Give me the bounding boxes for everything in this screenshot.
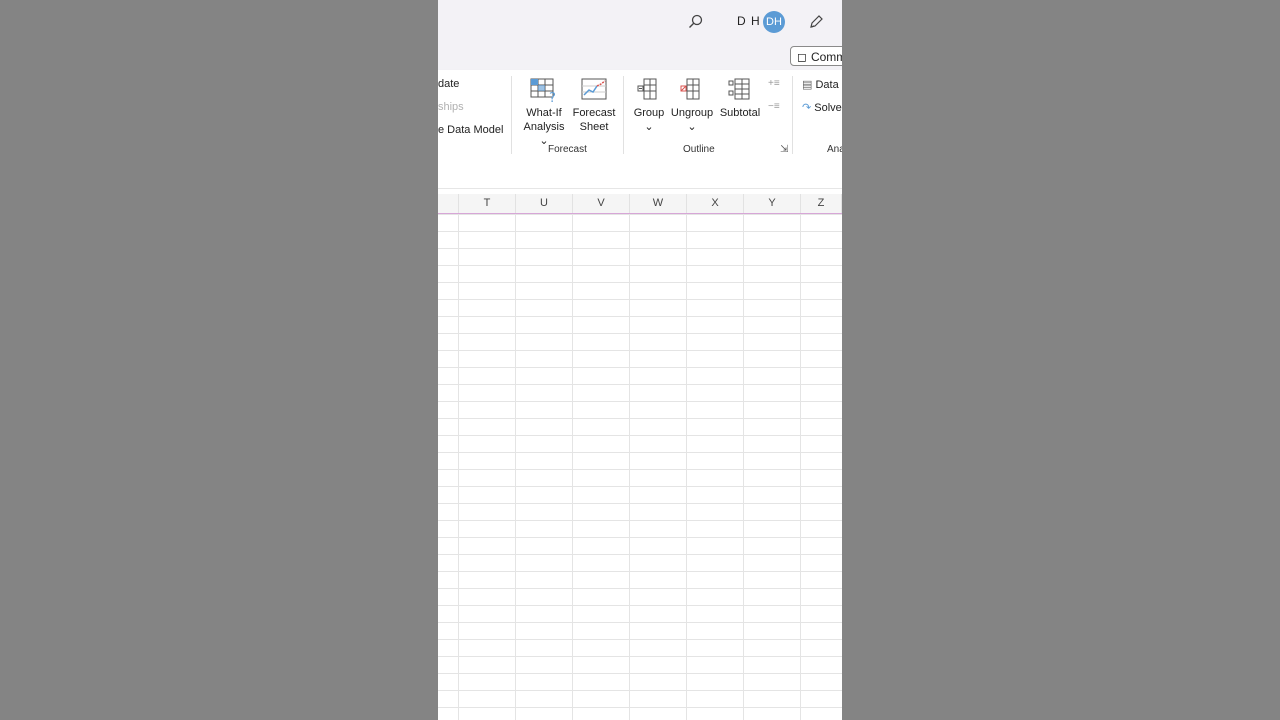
column-header-row: T U V W X Y Z (438, 194, 842, 214)
relationships-item[interactable]: ships (438, 101, 464, 113)
ribbon-separator (511, 76, 512, 154)
what-if-line2: Analysis (523, 121, 565, 133)
forecast-line1: Forecast (572, 107, 616, 119)
solver-button[interactable]: ↷ Solve (802, 101, 842, 114)
formula-bar[interactable] (438, 160, 842, 189)
avatar[interactable]: DH (763, 11, 785, 33)
hide-detail-icon[interactable]: −≡ (768, 101, 780, 112)
refresh-update-item[interactable]: date (438, 78, 459, 90)
group-icon (637, 78, 657, 100)
what-if-line1: What-If (526, 107, 562, 119)
solver-label: Solve (814, 102, 842, 114)
column-header-t[interactable]: T (459, 194, 516, 213)
manage-data-model-item[interactable]: e Data Model (438, 124, 503, 136)
forecast-group-label: Forecast (548, 144, 587, 155)
column-header-partial[interactable] (438, 194, 459, 213)
comment-icon: ◻ (797, 50, 807, 64)
comments-button[interactable]: ◻ Comm (790, 46, 842, 66)
title-bar: D H DH ◻ Comm (438, 0, 842, 70)
forecast-chart-icon (581, 78, 607, 100)
cell-grid[interactable] (438, 214, 842, 720)
group-button[interactable]: Group ⌄ (632, 76, 666, 134)
outline-group-label: Outline (683, 144, 715, 155)
analyze-group-label: Ana (827, 144, 842, 155)
excel-window: D H DH ◻ Comm date ships e Data Model ? … (438, 0, 842, 720)
ribbon-separator (623, 76, 624, 154)
group-label: Group (633, 107, 665, 119)
data-analysis-label: Data (815, 79, 839, 91)
svg-text:?: ? (549, 91, 556, 104)
pen-icon[interactable] (806, 12, 826, 32)
forecast-line2: Sheet (579, 121, 609, 133)
show-detail-icon[interactable]: +≡ (768, 78, 780, 89)
ungroup-label: Ungroup (670, 107, 714, 119)
column-header-w[interactable]: W (630, 194, 687, 213)
what-if-icon: ? (530, 78, 556, 104)
solver-icon: ↷ (802, 102, 812, 114)
subtotal-button[interactable]: Subtotal (718, 76, 762, 120)
column-header-u[interactable]: U (516, 194, 573, 213)
forecast-sheet-button[interactable]: Forecast Sheet (572, 76, 616, 134)
ribbon-data-tab: date ships e Data Model ? What-If Analys… (438, 70, 842, 161)
subtotal-label: Subtotal (719, 107, 761, 119)
user-name: D H (737, 14, 761, 28)
ribbon-separator (792, 76, 793, 154)
ungroup-icon (680, 78, 700, 100)
ungroup-button[interactable]: Ungroup ⌄ (670, 76, 714, 134)
column-header-x[interactable]: X (687, 194, 744, 213)
chevron-down-icon: ⌄ (644, 121, 654, 133)
column-header-v[interactable]: V (573, 194, 630, 213)
data-analysis-icon: ▤ (802, 79, 813, 91)
chevron-down-icon: ⌄ (687, 121, 697, 133)
data-analysis-button[interactable]: ▤ Data (802, 78, 839, 91)
column-header-z[interactable]: Z (801, 194, 842, 213)
subtotal-icon (728, 78, 750, 100)
column-header-y[interactable]: Y (744, 194, 801, 213)
dialog-launcher-icon[interactable]: ⇲ (780, 144, 788, 155)
search-icon[interactable] (686, 12, 706, 32)
what-if-analysis-button[interactable]: ? What-If Analysis ⌄ (518, 76, 570, 148)
comments-label: Comm (810, 50, 842, 64)
